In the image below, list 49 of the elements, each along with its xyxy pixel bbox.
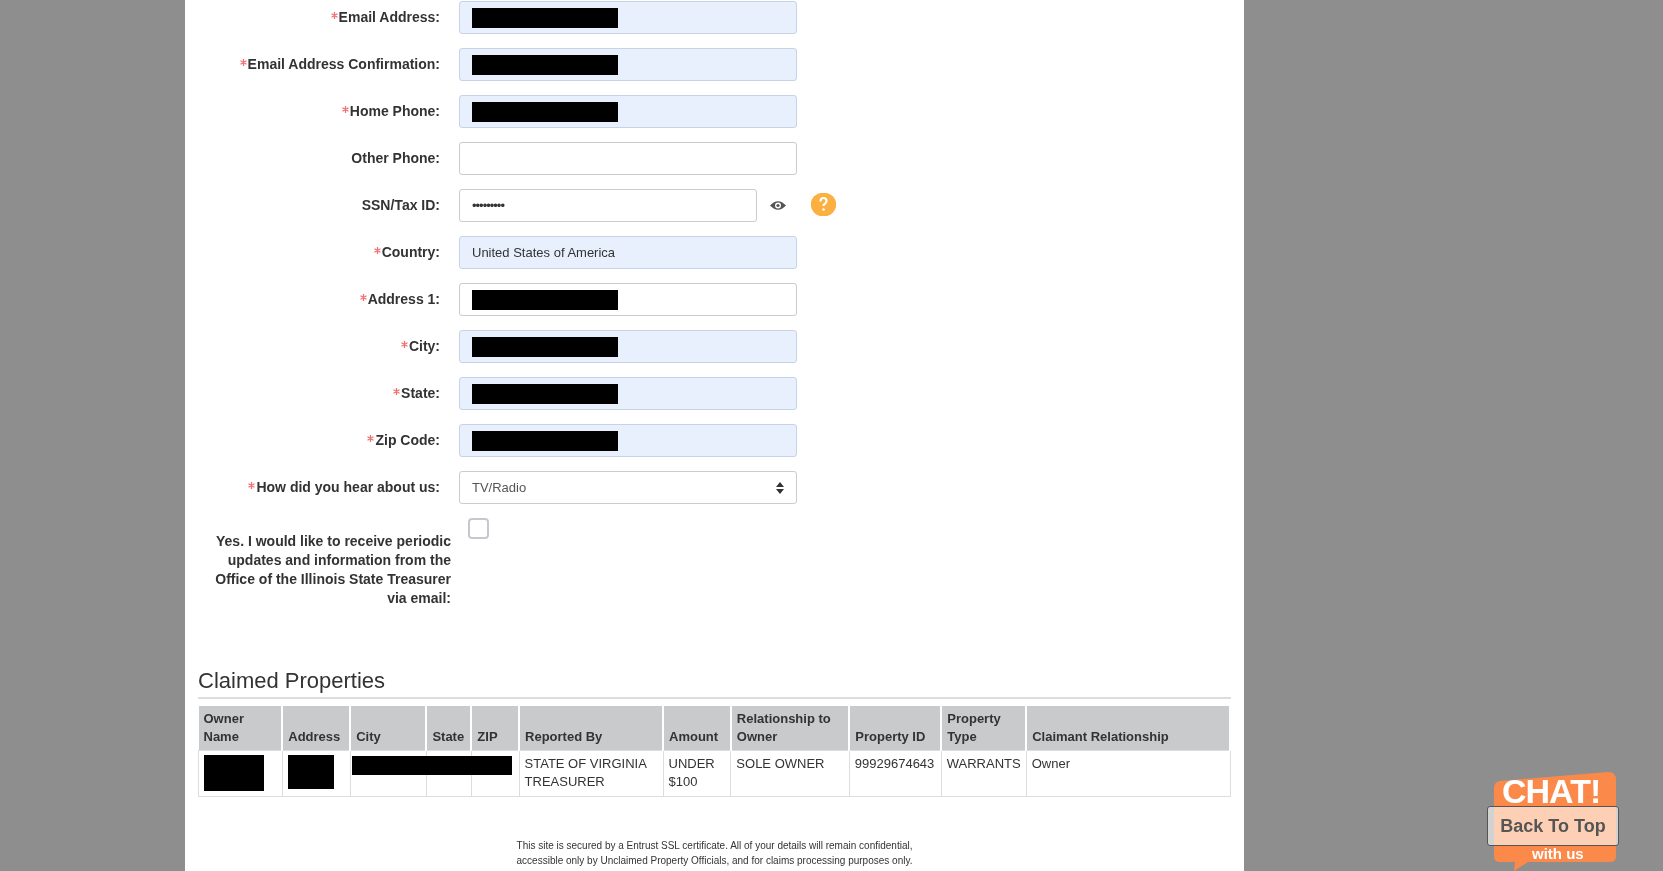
table-cell: 99929674643 (849, 750, 942, 797)
input-field[interactable] (459, 142, 797, 175)
chat-title: CHAT! (1502, 777, 1601, 805)
asterisk-icon (330, 12, 338, 19)
chat-subtitle: with us (1532, 846, 1584, 862)
redaction-bar (287, 755, 334, 789)
input-field[interactable] (459, 424, 797, 457)
input-field[interactable] (459, 48, 797, 81)
input-field[interactable] (459, 283, 797, 316)
input-field[interactable] (459, 377, 797, 410)
field-label: How did you hear about us: (248, 471, 440, 504)
asterisk-icon (393, 388, 401, 395)
asterisk-icon (359, 294, 367, 301)
input-field[interactable] (459, 95, 797, 128)
section-heading: Claimed Properties (198, 667, 387, 695)
field-label: Zip Code: (367, 424, 440, 457)
back-to-top-button[interactable]: Back To Top (1487, 806, 1619, 846)
footer-text: This site is secured by a Entrust SSL certificate. All of your details will remain confidential, (516, 839, 913, 853)
input-field[interactable]: ••••••••• (459, 189, 757, 222)
redaction-bar (204, 755, 264, 791)
eye-icon[interactable] (770, 200, 786, 211)
asterisk-icon (248, 482, 256, 489)
sort-arrows-icon (776, 481, 784, 494)
field-label: Yes. I would like to receive periodic updates and information from the Office of the Illinois State Treasurer via email: (215, 533, 451, 606)
table-cell: STATE OF VIRGINIA TREASURER (519, 750, 663, 797)
field-label: Home Phone: (341, 95, 440, 128)
field-label: SSN/Tax ID: (361, 196, 440, 215)
field-label: Country: (373, 236, 440, 269)
asterisk-icon (341, 106, 349, 113)
asterisk-icon (373, 247, 381, 254)
table-cell: UNDER $100 (663, 750, 731, 797)
table-cell: Owner (1026, 750, 1230, 797)
field-label: Other Phone: (351, 149, 440, 168)
checkbox[interactable] (468, 518, 489, 539)
field-label: Email Address: (330, 1, 440, 34)
table-cell: SOLE OWNER (730, 750, 850, 797)
field-label: Address 1: (359, 283, 440, 316)
dropdown[interactable]: TV/Radio (459, 471, 797, 504)
table-cell: WARRANTS (941, 750, 1027, 797)
input-field[interactable]: United States of America (459, 236, 797, 269)
asterisk-icon (400, 341, 408, 348)
asterisk-icon (239, 59, 247, 66)
field-label: City: (400, 330, 440, 363)
footer-text: accessible only by Unclaimed Property Officials, and for claims processing purposes only. (516, 854, 913, 868)
input-field[interactable] (459, 330, 797, 363)
asterisk-icon (367, 435, 375, 442)
field-label: State: (393, 377, 440, 410)
field-label: Email Address Confirmation: (239, 48, 440, 81)
input-field[interactable] (459, 1, 797, 34)
